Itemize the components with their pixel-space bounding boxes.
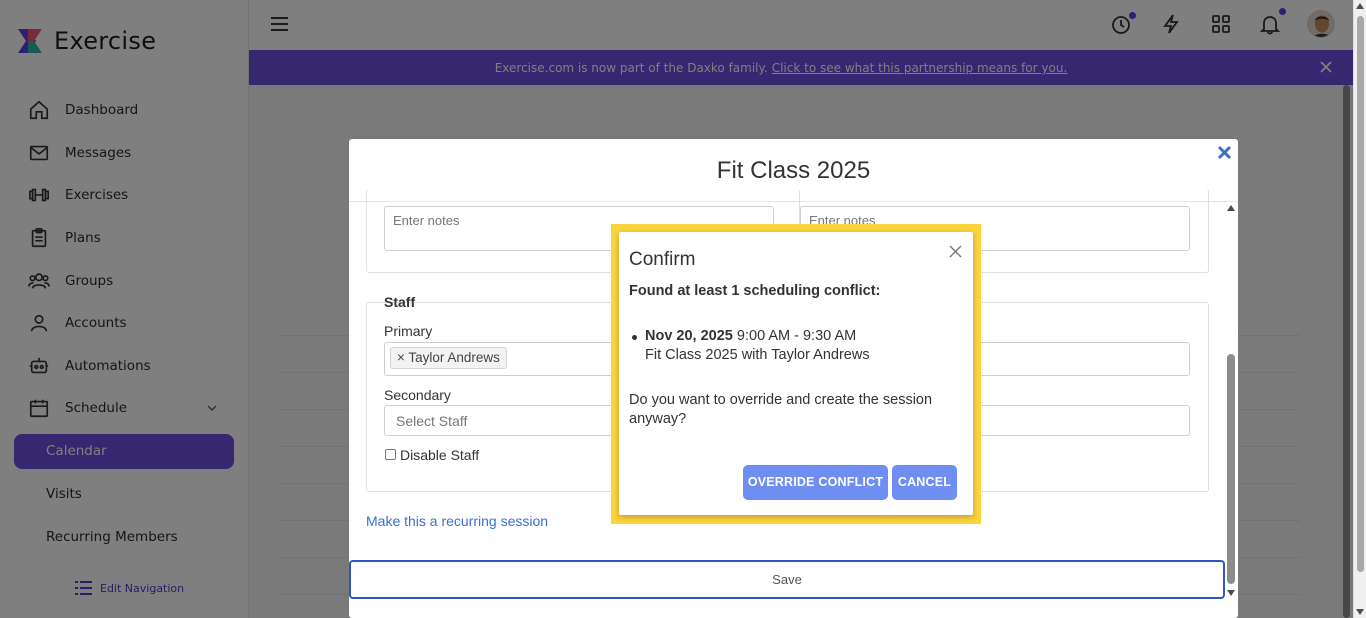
staff-tag[interactable]: × Taylor Andrews	[390, 347, 507, 369]
confirm-highlight: Confirm Found at least 1 scheduling conf…	[611, 224, 981, 524]
disable-staff-checkbox[interactable]	[385, 449, 396, 460]
primary-label: Primary	[384, 323, 433, 339]
conflict-datetime: Nov 20, 2025 9:00 AM - 9:30 AM	[645, 328, 856, 344]
conflict-time: 9:00 AM - 9:30 AM	[736, 328, 857, 344]
close-icon[interactable]	[949, 245, 962, 258]
secondary-placeholder: Select Staff	[396, 413, 468, 429]
scrollbar-thumb[interactable]	[1357, 16, 1364, 572]
override-conflict-button[interactable]: OVERRIDE CONFLICT	[743, 465, 888, 500]
bullet	[632, 335, 637, 340]
modal-scrollbar[interactable]	[1224, 201, 1238, 618]
scroll-up-icon[interactable]	[1227, 205, 1235, 211]
page-scrollbar[interactable]	[1353, 0, 1366, 618]
staff-tag-label: Taylor Andrews	[408, 350, 500, 365]
conflict-description: Fit Class 2025 with Taylor Andrews	[645, 347, 870, 363]
secondary-label: Secondary	[384, 387, 451, 403]
scroll-down-icon[interactable]	[1356, 609, 1364, 615]
conflict-date: Nov 20, 2025	[645, 328, 733, 344]
scrollbar-thumb[interactable]	[1227, 354, 1235, 584]
conflict-heading: Found at least 1 scheduling conflict:	[629, 283, 881, 299]
cancel-button[interactable]: CANCEL	[892, 465, 957, 500]
close-icon[interactable]	[1217, 145, 1232, 160]
disable-staff-label: Disable Staff	[400, 447, 480, 463]
recurring-session-link[interactable]: Make this a recurring session	[366, 513, 548, 529]
session-modal-title: Fit Class 2025	[716, 157, 871, 184]
confirm-dialog: Confirm Found at least 1 scheduling conf…	[619, 232, 973, 515]
scroll-up-icon[interactable]	[1356, 3, 1364, 9]
confirm-title: Confirm	[629, 249, 696, 270]
confirm-question: Do you want to override and create the s…	[629, 392, 933, 427]
save-button[interactable]: Save	[349, 560, 1225, 599]
staff-heading: Staff	[384, 294, 416, 310]
scroll-down-icon[interactable]	[1227, 590, 1235, 596]
